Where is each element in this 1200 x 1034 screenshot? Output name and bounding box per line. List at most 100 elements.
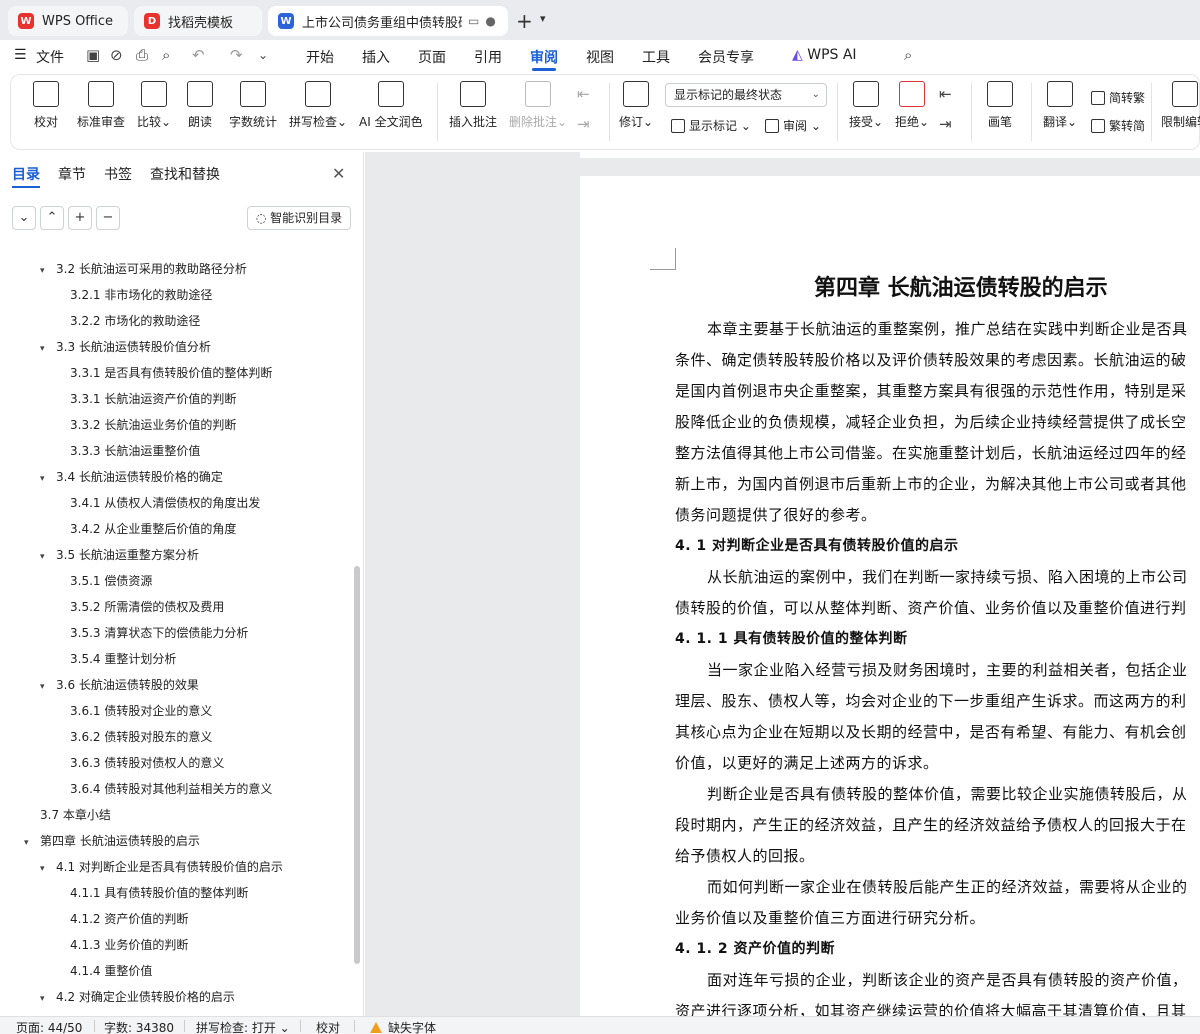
markup-mode-select[interactable]: 显示标记的最终状态 ⌄ — [665, 83, 827, 107]
tab-sections[interactable]: 章节 — [58, 164, 86, 184]
missing-font-status[interactable]: 缺失字体 — [370, 1019, 436, 1034]
add-heading-button[interactable]: + — [68, 206, 92, 230]
collapse-all-button[interactable]: ⌄ — [12, 206, 36, 230]
menu-file[interactable]: 文件 — [36, 47, 64, 67]
expand-caret-icon[interactable]: ▾ — [40, 552, 50, 562]
document-canvas[interactable]: 第四章 长航油运债转股的启示 本章主要基于长航油运的重整案例，推广总结在实践中判… — [365, 152, 1200, 1016]
save-icon[interactable]: ▣ — [86, 46, 100, 64]
toc-item[interactable]: 3.5.3 清算状态下的偿债能力分析 — [70, 624, 248, 641]
proofread-button[interactable]: 校对 — [33, 81, 59, 130]
menu-page[interactable]: 页面 — [418, 47, 446, 67]
toc-item[interactable]: 4.1.2 资产价值的判断 — [70, 910, 188, 927]
toc-item[interactable]: 3.2.2 市场化的救助途径 — [70, 312, 200, 329]
toc-item[interactable]: ▾ 3.5 长航油运重整方案分析 — [40, 546, 199, 563]
expand-caret-icon[interactable]: ▾ — [40, 682, 50, 692]
menu-view[interactable]: 视图 — [586, 47, 614, 67]
toc-item[interactable]: 3.4.1 从债权人清偿债权的角度出发 — [70, 494, 260, 511]
expand-caret-icon[interactable]: ▾ — [40, 266, 50, 276]
insert-comment-button[interactable]: 插入批注 — [449, 81, 497, 130]
menu-insert[interactable]: 插入 — [362, 47, 390, 67]
word-count-button[interactable]: 字数统计 — [229, 81, 277, 130]
previous-change-icon[interactable]: ⇤ — [939, 85, 952, 103]
toc-item[interactable]: ▾ 3.2 长航油运可采用的救助路径分析 — [40, 260, 247, 277]
next-change-icon[interactable]: ⇥ — [939, 115, 952, 133]
toc-scrollbar[interactable] — [354, 566, 360, 964]
chevron-down-icon[interactable]: ▾ — [540, 12, 546, 25]
expand-caret-icon[interactable]: ▾ — [40, 474, 50, 484]
menu-wps-ai[interactable]: ◭ WPS AI — [792, 47, 857, 63]
more-chevron-icon[interactable]: ⌄ — [258, 48, 268, 62]
translate-button[interactable]: 翻译⌄ — [1043, 81, 1077, 130]
previous-comment-icon[interactable]: ⇤ — [577, 85, 590, 103]
menu-review[interactable]: 审阅 — [530, 47, 558, 67]
toc-item[interactable]: ▾ 3.4 长航油运债转股价格的确定 — [40, 468, 223, 485]
smart-toc-button[interactable]: ◌ 智能识别目录 — [247, 206, 351, 230]
reject-button[interactable]: 拒绝⌄ — [895, 81, 929, 130]
screen-icon[interactable]: ▭ — [468, 14, 479, 28]
toc-item[interactable]: 3.3.3 长航油运重整价值 — [70, 442, 200, 459]
ai-polish-button[interactable]: AI 全文润色 — [359, 81, 423, 130]
toc-item[interactable]: ▾ 第四章 长航油运债转股的启示 — [24, 832, 200, 849]
toc-item[interactable]: 3.3.1 是否具有债转股价值的整体判断 — [70, 364, 272, 381]
print-icon[interactable]: ⎙ — [136, 46, 148, 64]
expand-caret-icon[interactable]: ▾ — [40, 864, 50, 874]
read-aloud-button[interactable]: 朗读 — [187, 81, 213, 130]
to-simplified-button[interactable]: 繁转简 — [1091, 117, 1145, 134]
toc-item[interactable]: ▾ 3.3 长航油运债转股价值分析 — [40, 338, 211, 355]
menu-references[interactable]: 引用 — [474, 47, 502, 67]
spell-check-button[interactable]: 拼写检查⌄ — [289, 81, 347, 130]
print-preview-icon[interactable]: ⌕ — [162, 46, 170, 64]
toc-item[interactable]: 4.1.1 具有债转股价值的整体判断 — [70, 884, 248, 901]
toc-item[interactable]: 3.6.4 债转股对其他利益相关方的意义 — [70, 780, 272, 797]
toc-item[interactable]: ▾ 4.1 对判断企业是否具有债转股价值的启示 — [40, 858, 283, 875]
toc-item[interactable]: ▾ 3.6 长航油运债转股的效果 — [40, 676, 199, 693]
proof-status[interactable]: 校对 — [316, 1019, 340, 1034]
undo-icon[interactable]: ↶ — [192, 46, 205, 64]
toc-item[interactable]: 3.4.2 从企业重整后价值的角度 — [70, 520, 236, 537]
page-indicator[interactable]: 页面: 44/50 — [16, 1019, 82, 1034]
spell-check-status[interactable]: 拼写检查: 打开 ⌄ — [196, 1019, 290, 1034]
standard-review-button[interactable]: 标准审查 — [77, 81, 125, 130]
hamburger-icon[interactable]: ☰ — [14, 47, 27, 63]
search-icon[interactable]: ⌕ — [904, 46, 912, 64]
tab-document[interactable]: W 上市公司债务重组中债转股研究 ▭ ● — [268, 6, 508, 36]
remove-heading-button[interactable]: − — [96, 206, 120, 230]
tab-find-replace[interactable]: 查找和替换 — [150, 164, 220, 184]
accept-button[interactable]: 接受⌄ — [849, 81, 883, 130]
toc-item[interactable]: 3.7 本章小结 — [40, 806, 111, 823]
to-traditional-button[interactable]: 简转繁 — [1091, 89, 1145, 106]
toc-item[interactable]: ▾ 4.2 对确定企业债转股价格的启示 — [40, 988, 235, 1005]
ink-button[interactable]: 画笔 — [987, 81, 1013, 130]
menu-member[interactable]: 会员专享 — [698, 47, 754, 67]
new-tab-icon[interactable]: + — [516, 9, 533, 33]
next-comment-icon[interactable]: ⇥ — [577, 115, 590, 133]
toc-item[interactable]: 3.6.3 债转股对债权人的意义 — [70, 754, 224, 771]
track-changes-button[interactable]: 修订⌄ — [619, 81, 653, 130]
review-pane-button[interactable]: 审阅 ⌄ — [765, 117, 821, 134]
unsaved-dot-icon[interactable]: ● — [485, 14, 495, 28]
word-count-status[interactable]: 字数: 34380 — [104, 1019, 174, 1034]
toc-item[interactable]: 3.6.2 债转股对股东的意义 — [70, 728, 212, 745]
toc-item[interactable]: 3.3.2 长航油运业务价值的判断 — [70, 416, 236, 433]
menu-tools[interactable]: 工具 — [642, 47, 670, 67]
toc-item[interactable]: 3.2.1 非市场化的救助途径 — [70, 286, 212, 303]
expand-caret-icon[interactable]: ▾ — [40, 344, 50, 354]
expand-caret-icon[interactable]: ▾ — [24, 838, 34, 848]
export-icon[interactable]: ⊘ — [110, 46, 123, 64]
document-page[interactable]: 第四章 长航油运债转股的启示 本章主要基于长航油运的重整案例，推广总结在实践中判… — [580, 176, 1200, 1016]
compare-button[interactable]: 比较⌄ — [137, 81, 171, 130]
toc-item[interactable]: 3.3.1 长航油运资产价值的判断 — [70, 390, 236, 407]
restrict-edit-button[interactable]: 限制编辑 — [1161, 81, 1200, 130]
redo-icon[interactable]: ↷ — [230, 46, 243, 64]
toc-item[interactable]: 4.1.4 重整价值 — [70, 962, 152, 979]
toc-item[interactable]: 3.5.2 所需清偿的债权及费用 — [70, 598, 224, 615]
expand-up-button[interactable]: ⌃ — [40, 206, 64, 230]
toc-item[interactable]: 3.5.1 偿债资源 — [70, 572, 152, 589]
expand-caret-icon[interactable]: ▾ — [40, 994, 50, 1004]
tab-bookmarks[interactable]: 书签 — [104, 164, 132, 184]
toc-item[interactable]: 3.6.1 债转股对企业的意义 — [70, 702, 212, 719]
tab-docer[interactable]: D 找稻壳模板 — [134, 6, 262, 36]
tab-wps-office[interactable]: W WPS Office — [8, 6, 128, 36]
toc-item[interactable]: 3.5.4 重整计划分析 — [70, 650, 176, 667]
tab-toc[interactable]: 目录 — [12, 164, 40, 184]
